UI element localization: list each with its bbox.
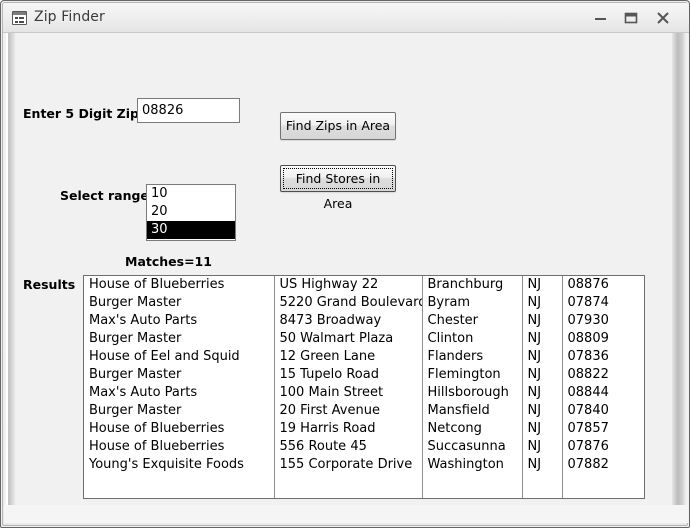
cell-city: Clinton <box>422 330 523 348</box>
minimize-button[interactable] <box>586 3 617 32</box>
vertical-scrollbar[interactable] <box>672 33 686 523</box>
find-zips-label: Find Zips in Area <box>285 118 391 133</box>
cell-name: Burger Master <box>84 330 275 348</box>
close-button[interactable] <box>648 3 679 32</box>
range-listbox[interactable]: 10 20 30 <box>146 184 236 241</box>
left-edge-band <box>6 33 15 523</box>
find-stores-button[interactable]: Find Stores in Area <box>280 165 396 211</box>
cell-address: 155 Corporate Drive <box>274 456 423 474</box>
cell-address: 50 Walmart Plaza <box>274 330 423 348</box>
cell-address: 556 Route 45 <box>274 438 423 456</box>
cell-address: 8473 Broadway <box>274 312 423 330</box>
table-row[interactable]: House of Eel and Squid 12 Green Lane Fland… <box>84 348 644 366</box>
cell-city: Chester <box>422 312 523 330</box>
cell-name: Burger Master <box>84 402 275 420</box>
cell-state: NJ <box>522 276 563 294</box>
range-option[interactable]: 10 <box>147 185 235 203</box>
bottom-band <box>4 505 688 523</box>
cell-name: House of Blueberries <box>84 420 275 438</box>
cell-zip: 07874 <box>567 295 609 310</box>
range-option[interactable]: 20 <box>147 203 235 221</box>
zip-input[interactable] <box>137 98 240 123</box>
cell-address: 100 Main Street <box>274 384 423 402</box>
cell-state: NJ <box>522 438 563 456</box>
cell-zip: 08809 <box>567 331 609 346</box>
application-window: Zip Finder Enter 5 Digit Zip: 08826 Find… <box>0 0 690 528</box>
cell-zip: 07882 <box>567 457 609 472</box>
table-row[interactable]: Burger Master 5220 Grand Boulevard Byram NJ… <box>84 294 644 312</box>
cell-address: 5220 Grand Boulevard <box>274 294 423 312</box>
form-surface: Enter 5 Digit Zip: Find Zips in Area Fin… <box>15 33 670 505</box>
cell-name: Young's Exquisite Foods <box>84 456 275 474</box>
cell-name: Burger Master <box>84 294 275 312</box>
window-title: Zip Finder <box>34 9 105 25</box>
form-client-area: Enter 5 Digit Zip: Find Zips in Area Fin… <box>4 33 688 523</box>
cell-state: NJ <box>522 456 563 474</box>
cell-city: Mansfield <box>422 402 523 420</box>
cell-state: NJ <box>522 348 563 366</box>
matches-count: Matches=11 <box>125 254 212 269</box>
cell-name: Max's Auto Parts <box>84 312 275 330</box>
cell-name: House of Blueberries <box>84 438 275 456</box>
cell-zip: 07930 <box>567 313 609 328</box>
cell-city: Washington <box>422 456 523 474</box>
cell-zip: 07876 <box>567 439 609 454</box>
title-bar[interactable]: Zip Finder <box>3 3 689 33</box>
cell-name: Burger Master <box>84 366 275 384</box>
cell-state: NJ <box>522 402 563 420</box>
cell-zip: 07857 <box>567 421 609 436</box>
cell-address: 20 First Avenue <box>274 402 423 420</box>
table-row[interactable]: Burger Master 20 First Avenue Mansfield NJ 0… <box>84 402 644 420</box>
cell-name: House of Eel and Squid <box>84 348 275 366</box>
cell-city: Netcong <box>422 420 523 438</box>
table-row[interactable]: Young's Exquisite Foods 155 Corporate Dri… <box>84 456 644 474</box>
cell-name: Max's Auto Parts <box>84 384 275 402</box>
cell-zip: 08844 <box>567 385 609 400</box>
table-row[interactable]: House of Blueberries US Highway 22 Branchb… <box>84 276 644 294</box>
cell-address: 19 Harris Road <box>274 420 423 438</box>
cell-zip: 08822 <box>567 367 609 382</box>
range-label: Select range: <box>60 188 154 203</box>
cell-state: NJ <box>522 294 563 312</box>
cell-zip: 07840 <box>567 403 609 418</box>
zip-label: Enter 5 Digit Zip: <box>23 106 144 121</box>
table-row[interactable]: House of Blueberries 556 Route 45 Succasun… <box>84 438 644 456</box>
cell-state: NJ <box>522 420 563 438</box>
table-row[interactable]: Burger Master 50 Walmart Plaza Clinton NJ 08… <box>84 330 644 348</box>
maximize-button[interactable] <box>616 3 647 32</box>
results-grid[interactable]: House of Blueberries US Highway 22 Branchb… <box>83 275 645 499</box>
table-row[interactable]: House of Blueberries 19 Harris Road Netcon… <box>84 420 644 438</box>
cell-state: NJ <box>522 366 563 384</box>
find-stores-label: Find Stores in Area <box>295 171 381 211</box>
table-row[interactable]: Max's Auto Parts 8473 Broadway Chester NJ 07… <box>84 312 644 330</box>
cell-city: Branchburg <box>422 276 523 294</box>
access-form-icon <box>12 11 27 25</box>
cell-name: House of Blueberries <box>84 276 275 294</box>
cell-address: 12 Green Lane <box>274 348 423 366</box>
cell-state: NJ <box>522 312 563 330</box>
cell-zip: 07836 <box>567 349 609 364</box>
cell-city: Flemington <box>422 366 523 384</box>
range-option-selected[interactable]: 30 <box>147 221 235 239</box>
cell-address: 15 Tupelo Road <box>274 366 423 384</box>
cell-state: NJ <box>522 384 563 402</box>
table-row[interactable]: Burger Master 15 Tupelo Road Flemington NJ 0… <box>84 366 644 384</box>
cell-city: Succasunna <box>422 438 523 456</box>
results-label: Results <box>23 277 76 292</box>
cell-city: Flanders <box>422 348 523 366</box>
find-zips-button[interactable]: Find Zips in Area <box>280 112 396 140</box>
cell-city: Hillsborough <box>422 384 523 402</box>
cell-state: NJ <box>522 330 563 348</box>
cell-zip: 08876 <box>567 277 609 292</box>
cell-city: Byram <box>422 294 523 312</box>
results-table: House of Blueberries US Highway 22 Branchb… <box>84 276 644 474</box>
cell-address: US Highway 22 <box>274 276 423 294</box>
table-row[interactable]: Max's Auto Parts 100 Main Street Hillsboro… <box>84 384 644 402</box>
